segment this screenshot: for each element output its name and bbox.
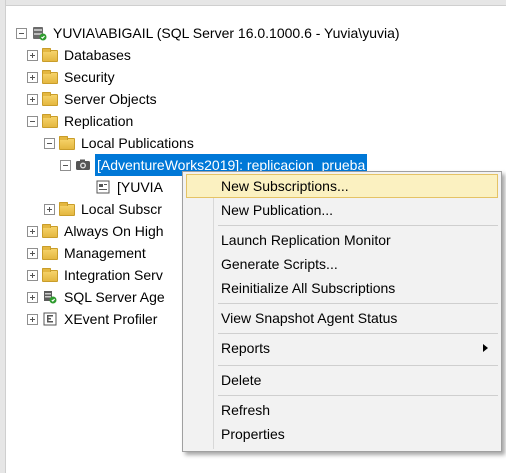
tree-node-publication-child[interactable]: [YUVIA: [95, 176, 165, 198]
menu-separator: [218, 225, 498, 226]
integration-label: Integration Serv: [64, 267, 163, 283]
menu-item-generate-scripts[interactable]: Generate Scripts...: [186, 252, 498, 276]
tree-node-sql-agent[interactable]: SQL Server Age: [27, 286, 167, 308]
menu-item-view-snapshot-agent-status[interactable]: View Snapshot Agent Status: [186, 306, 498, 330]
folder-icon: [42, 113, 58, 128]
tree-node-databases[interactable]: Databases: [27, 44, 133, 66]
menu-item-new-subscriptions[interactable]: New Subscriptions...: [186, 174, 498, 198]
expand-icon[interactable]: [27, 247, 38, 259]
folder-icon: [42, 267, 58, 282]
tree-node-security[interactable]: Security: [27, 66, 117, 88]
local-subscriptions-label: Local Subscr: [81, 201, 162, 217]
menu-separator: [218, 365, 498, 366]
tree-node-server-objects[interactable]: Server Objects: [27, 88, 159, 110]
expand-icon[interactable]: [27, 49, 38, 61]
collapse-icon[interactable]: [27, 115, 38, 127]
tree-node-local-publications[interactable]: Local Publications: [44, 132, 196, 154]
folder-icon: [59, 201, 75, 216]
folder-icon: [42, 69, 58, 84]
expand-icon[interactable]: [44, 203, 55, 215]
management-label: Management: [64, 245, 146, 261]
publication-icon: [75, 157, 91, 173]
agent-icon: [42, 289, 58, 305]
publication-child-label: [YUVIA: [117, 179, 163, 195]
expand-icon[interactable]: [27, 93, 38, 105]
tree-node-server[interactable]: YUVIA\ABIGAIL (SQL Server 16.0.1000.6 - …: [16, 22, 402, 44]
menu-item-delete[interactable]: Delete: [186, 368, 498, 392]
xevent-label: XEvent Profiler: [64, 311, 158, 327]
databases-label: Databases: [64, 47, 131, 63]
menu-item-launch-replication-monitor[interactable]: Launch Replication Monitor: [186, 228, 498, 252]
folder-icon: [42, 47, 58, 62]
menu-item-refresh[interactable]: Refresh: [186, 398, 498, 422]
folder-icon: [42, 91, 58, 106]
security-label: Security: [64, 69, 115, 85]
expand-icon[interactable]: [27, 225, 38, 237]
collapse-icon[interactable]: [44, 137, 55, 149]
xevent-icon: [42, 311, 58, 327]
subscription-icon: [95, 179, 111, 195]
collapse-icon[interactable]: [60, 159, 71, 171]
local-publications-label: Local Publications: [81, 135, 194, 151]
tree-node-xevent-profiler[interactable]: XEvent Profiler: [27, 308, 159, 330]
expand-icon[interactable]: [27, 71, 38, 83]
menu-item-properties[interactable]: Properties: [186, 422, 498, 446]
always-on-label: Always On High: [64, 223, 164, 239]
server-icon: [31, 25, 47, 41]
tree-node-local-subscriptions[interactable]: Local Subscr: [44, 198, 164, 220]
menu-item-reinitialize-subscriptions[interactable]: Reinitialize All Subscriptions: [186, 276, 498, 300]
menu-item-reports[interactable]: Reports: [186, 336, 498, 360]
menu-separator: [218, 395, 498, 396]
expand-icon[interactable]: [27, 291, 38, 303]
tree-node-always-on[interactable]: Always On High: [27, 220, 166, 242]
context-menu: New Subscriptions... New Publication... …: [182, 171, 502, 452]
expand-icon[interactable]: [27, 313, 38, 325]
collapse-icon[interactable]: [16, 27, 27, 39]
replication-label: Replication: [64, 113, 134, 129]
folder-icon: [42, 223, 58, 238]
folder-icon: [59, 135, 75, 150]
server-label: YUVIA\ABIGAIL (SQL Server 16.0.1000.6 - …: [53, 25, 400, 41]
tree-node-replication[interactable]: Replication: [27, 110, 135, 132]
agent-label: SQL Server Age: [64, 289, 165, 305]
server-objects-label: Server Objects: [64, 91, 157, 107]
menu-separator: [218, 333, 498, 334]
tree-node-integration-services[interactable]: Integration Serv: [27, 264, 165, 286]
reports-label: Reports: [221, 340, 271, 356]
expand-icon[interactable]: [27, 269, 38, 281]
menu-separator: [218, 303, 498, 304]
tree-node-management[interactable]: Management: [27, 242, 148, 264]
menu-item-new-publication[interactable]: New Publication...: [186, 198, 498, 222]
folder-icon: [42, 245, 58, 260]
submenu-arrow-icon: [483, 344, 488, 352]
